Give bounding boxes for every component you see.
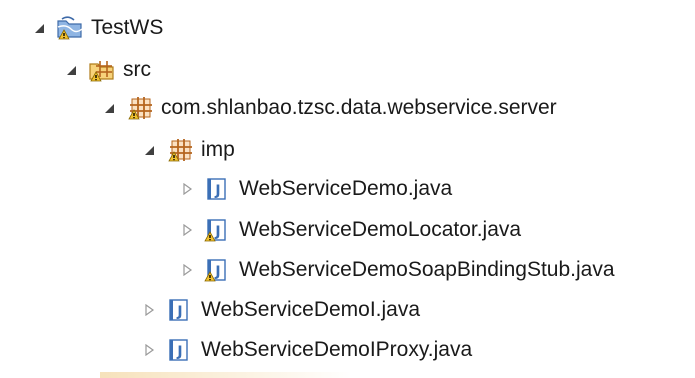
collapsed-arrow-icon[interactable] [178, 221, 196, 239]
tree-item-label: WebServiceDemoI.java [201, 298, 421, 321]
expanded-arrow-icon[interactable] [140, 141, 158, 159]
tree-item-label: TestWS [91, 16, 164, 39]
tree-item-java-file[interactable]: J WebServiceDemo.java [178, 169, 452, 209]
tree-item-java-file[interactable]: J WebServiceDemoSoapBindingStub.java [178, 250, 615, 290]
collapsed-arrow-icon[interactable] [178, 180, 196, 198]
java-file-icon: J [204, 176, 230, 202]
next-item-partial [100, 372, 520, 378]
tree-item-label: WebServiceDemoLocator.java [239, 218, 522, 241]
tree-item-subpackage-imp[interactable]: imp [140, 130, 235, 170]
collapsed-arrow-icon[interactable] [140, 341, 158, 359]
svg-text:J: J [214, 264, 220, 280]
svg-text:J: J [176, 304, 182, 320]
tree-item-label: com.shlanbao.tzsc.data.webservice.server [161, 96, 557, 119]
expanded-arrow-icon[interactable] [30, 19, 48, 37]
package-icon [166, 137, 192, 163]
svg-text:J: J [214, 183, 220, 199]
package-explorer-tree: TestWS src com.shlanbao.tzsc.data.webser… [0, 0, 695, 378]
tree-item-label: src [123, 58, 151, 81]
package-icon [126, 95, 152, 121]
tree-item-label: WebServiceDemo.java [239, 177, 453, 200]
project-folder-icon [56, 15, 83, 41]
tree-item-label: imp [201, 138, 235, 161]
java-file-warning-icon: J [204, 217, 230, 243]
tree-item-project[interactable]: TestWS [30, 8, 163, 48]
java-file-warning-icon: J [204, 257, 230, 283]
collapsed-arrow-icon[interactable] [140, 301, 158, 319]
svg-text:J: J [176, 344, 182, 360]
tree-item-java-file[interactable]: J WebServiceDemoI.java [140, 290, 420, 330]
source-folder-icon [88, 57, 114, 83]
tree-item-java-file[interactable]: J WebServiceDemoIProxy.java [140, 330, 472, 370]
collapsed-arrow-icon[interactable] [178, 261, 196, 279]
java-file-icon: J [166, 337, 192, 363]
tree-item-label: WebServiceDemoSoapBindingStub.java [239, 258, 615, 281]
java-file-icon: J [166, 297, 192, 323]
tree-item-java-file[interactable]: J WebServiceDemoLocator.java [178, 210, 521, 250]
tree-item-src[interactable]: src [62, 50, 151, 90]
expanded-arrow-icon[interactable] [62, 61, 80, 79]
tree-item-package[interactable]: com.shlanbao.tzsc.data.webservice.server [100, 88, 557, 128]
tree-item-label: WebServiceDemoIProxy.java [201, 338, 473, 361]
expanded-arrow-icon[interactable] [100, 99, 118, 117]
svg-text:J: J [214, 224, 220, 240]
